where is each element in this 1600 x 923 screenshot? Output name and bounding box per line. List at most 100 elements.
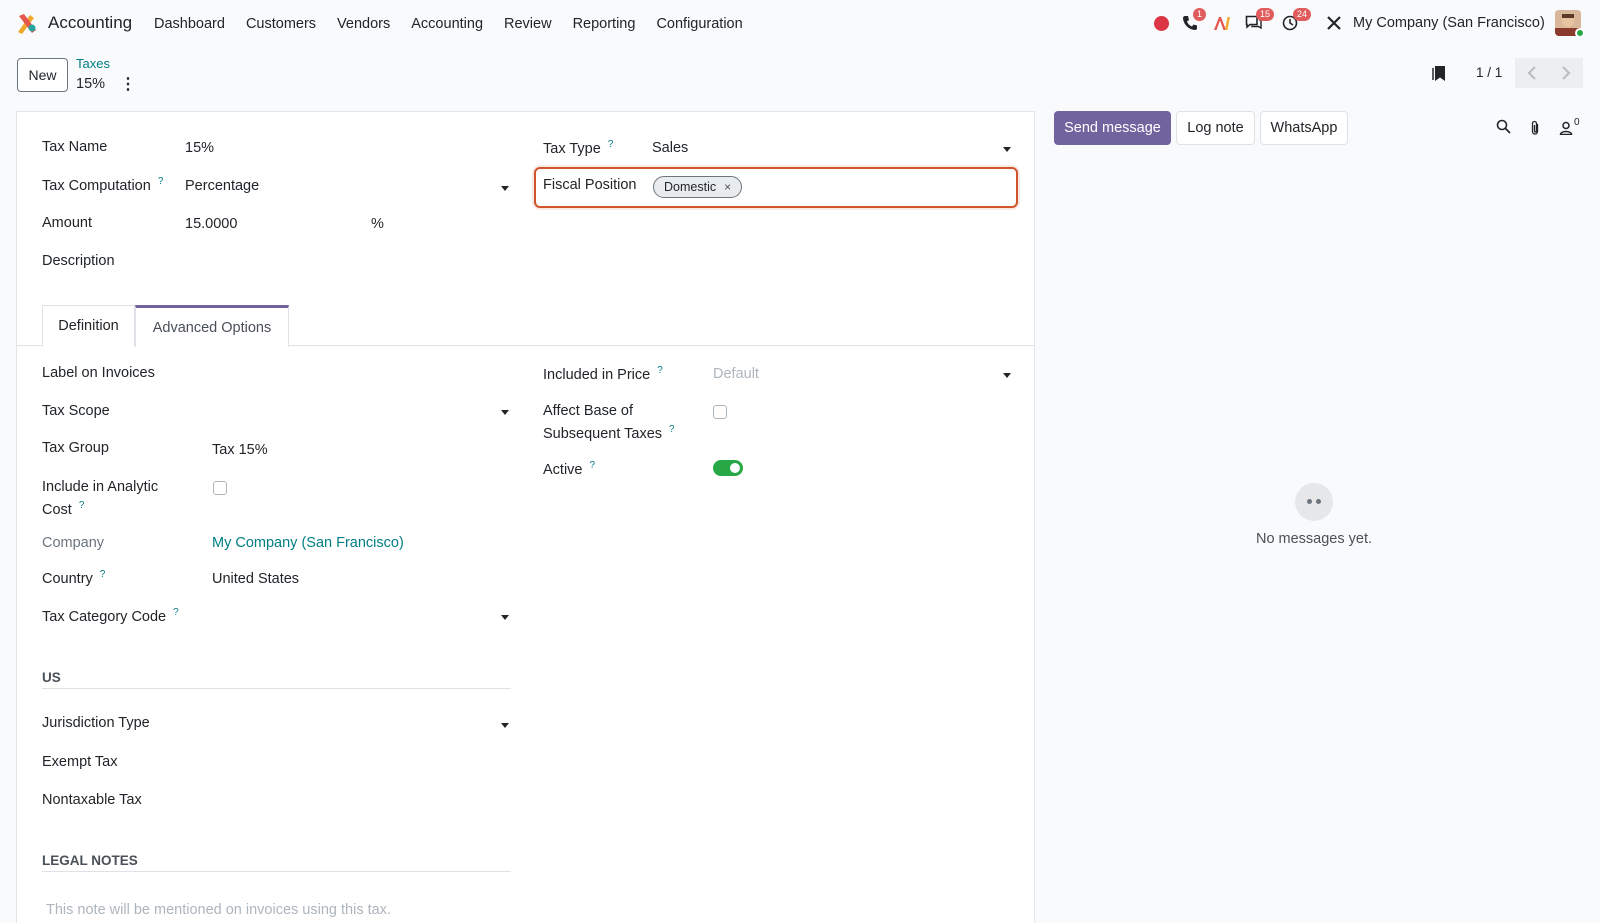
breadcrumb-current: 15% <box>76 76 106 92</box>
tax-computation-label-text: Tax Computation <box>42 177 151 194</box>
nontaxable-tax-label: Nontaxable Tax <box>42 792 142 808</box>
included-in-price-select[interactable]: Default <box>713 366 759 382</box>
menu-customers[interactable]: Customers <box>246 16 316 32</box>
legal-notes-title: LEGAL NOTES <box>42 853 138 868</box>
online-status-dot <box>1575 28 1585 38</box>
recording-indicator-icon[interactable] <box>1154 16 1169 31</box>
help-icon[interactable]: ? <box>608 139 614 150</box>
legal-notes-editor[interactable]: This note will be mentioned on invoices … <box>46 902 391 918</box>
search-icon[interactable] <box>1496 119 1511 134</box>
help-icon[interactable]: ? <box>173 607 179 618</box>
help-icon[interactable]: ? <box>669 424 675 435</box>
menu-reporting[interactable]: Reporting <box>573 16 636 32</box>
active-toggle[interactable] <box>713 460 743 476</box>
menu-vendors[interactable]: Vendors <box>337 16 390 32</box>
tax-group-select[interactable]: Tax 15% <box>212 442 268 458</box>
breadcrumb-taxes[interactable]: Taxes <box>76 56 110 71</box>
company-switcher[interactable]: My Company (San Francisco) <box>1353 15 1545 31</box>
form-sheet <box>16 111 1035 923</box>
close-icon[interactable]: × <box>724 180 731 194</box>
caret-down-icon[interactable] <box>1003 147 1011 152</box>
include-analytic-label-line1: Include in Analytic <box>42 479 159 495</box>
label-on-invoices-label: Label on Invoices <box>42 365 155 381</box>
tax-name-input[interactable]: 15% <box>185 140 214 156</box>
tax-category-code-label: Tax Category Code? <box>42 607 179 625</box>
amount-input[interactable]: 15.0000 <box>185 216 237 232</box>
phone-badge: 1 <box>1193 8 1207 21</box>
record-actions-menu-icon[interactable]: ⋮ <box>120 74 136 94</box>
tax-computation-label: Tax Computation? <box>42 176 163 194</box>
exempt-tax-label: Exempt Tax <box>42 754 118 770</box>
pager-next-button[interactable] <box>1549 58 1583 88</box>
menu-dashboard[interactable]: Dashboard <box>154 16 225 32</box>
pager-previous-button[interactable] <box>1515 58 1549 88</box>
active-label: Active? <box>543 460 595 478</box>
tax-group-label: Tax Group <box>42 440 109 456</box>
affect-base-checkbox[interactable] <box>713 405 727 419</box>
tax-type-label-text: Tax Type <box>543 140 601 157</box>
help-icon[interactable]: ? <box>100 569 106 580</box>
section-divider <box>42 871 511 872</box>
messages-badge: 15 <box>1256 8 1275 21</box>
log-note-button[interactable]: Log note <box>1176 111 1255 145</box>
affect-base-label-text: Subsequent Taxes <box>543 425 663 442</box>
tax-name-label: Tax Name <box>42 139 108 155</box>
send-message-button[interactable]: Send message <box>1054 111 1171 145</box>
include-analytic-label-line2: Cost? <box>42 500 84 518</box>
empty-chatter-text: No messages yet. <box>1255 531 1373 547</box>
fiscal-position-label: Fiscal Position <box>543 177 637 193</box>
tax-type-label: Tax Type? <box>543 139 613 157</box>
caret-down-icon[interactable] <box>501 186 509 191</box>
empty-chatter-icon <box>1295 483 1333 521</box>
section-divider <box>42 688 511 689</box>
jurisdiction-type-label: Jurisdiction Type <box>42 715 150 731</box>
affect-base-label-line1: Affect Base of <box>543 403 634 419</box>
menu-configuration[interactable]: Configuration <box>656 16 742 32</box>
country-label: Country? <box>42 569 105 587</box>
help-icon[interactable]: ? <box>590 460 596 471</box>
country-label-text: Country <box>42 570 93 587</box>
tax-computation-select[interactable]: Percentage <box>185 178 259 194</box>
ai-assistant-icon[interactable] <box>1213 15 1231 31</box>
us-section-title: US <box>42 670 61 685</box>
company-label: Company <box>42 535 105 551</box>
help-icon[interactable]: ? <box>79 500 85 511</box>
menu-accounting[interactable]: Accounting <box>411 16 483 32</box>
company-link[interactable]: My Company (San Francisco) <box>212 535 404 551</box>
help-icon[interactable]: ? <box>657 365 663 376</box>
paperclip-icon[interactable] <box>1529 120 1541 136</box>
description-label: Description <box>42 253 115 269</box>
tax-scope-label: Tax Scope <box>42 403 110 419</box>
followers-icon[interactable] <box>1559 121 1573 135</box>
tab-advanced-options[interactable]: Advanced Options <box>135 305 289 347</box>
menu-review[interactable]: Review <box>504 16 552 32</box>
top-navbar: Accounting Dashboard Customers Vendors A… <box>0 0 1600 46</box>
include-analytic-checkbox[interactable] <box>213 481 227 495</box>
debug-tools-icon[interactable] <box>1326 15 1342 31</box>
caret-down-icon[interactable] <box>501 615 509 620</box>
tax-type-select[interactable]: Sales <box>652 140 688 156</box>
affect-base-label-line2: Subsequent Taxes? <box>543 424 675 442</box>
activities-badge: 24 <box>1293 8 1312 21</box>
main-menu: Dashboard Customers Vendors Accounting R… <box>154 16 764 32</box>
follower-count: 0 <box>1574 117 1580 128</box>
app-name[interactable]: Accounting <box>48 13 132 33</box>
chevron-right-icon <box>1562 66 1571 80</box>
help-icon[interactable]: ? <box>158 176 164 187</box>
included-in-price-label-text: Included in Price <box>543 366 651 383</box>
new-button[interactable]: New <box>17 58 68 92</box>
caret-down-icon[interactable] <box>501 723 509 728</box>
pager-value[interactable]: 1 / 1 <box>1476 65 1502 80</box>
bookmark-icon[interactable] <box>1432 65 1446 82</box>
tab-definition[interactable]: Definition <box>42 305 135 346</box>
accounting-app-icon[interactable] <box>16 12 38 34</box>
whatsapp-button[interactable]: WhatsApp <box>1260 111 1348 145</box>
tag-label: Domestic <box>664 180 717 194</box>
country-select[interactable]: United States <box>212 571 299 587</box>
caret-down-icon[interactable] <box>1003 373 1011 378</box>
fiscal-position-tag[interactable]: Domestic × <box>653 176 743 198</box>
amount-label: Amount <box>42 215 92 231</box>
included-in-price-label: Included in Price? <box>543 365 663 383</box>
caret-down-icon[interactable] <box>501 410 509 415</box>
active-label-text: Active <box>543 461 583 478</box>
